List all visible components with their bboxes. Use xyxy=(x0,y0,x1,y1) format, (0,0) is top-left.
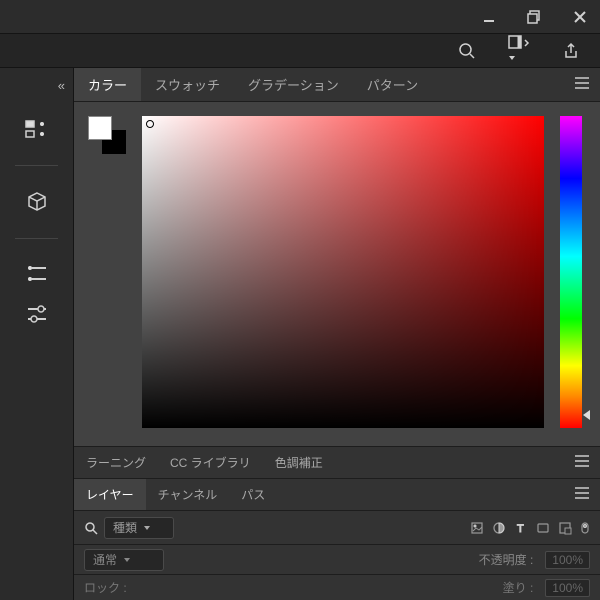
properties-panel-icon[interactable] xyxy=(24,119,50,141)
layer-filter-row: 種類 T xyxy=(74,510,600,544)
color-picker-panel xyxy=(74,102,600,446)
workspace-select-icon[interactable] xyxy=(504,30,534,72)
opacity-value[interactable]: 100% xyxy=(545,551,590,569)
layer-filter-type-label: 種類 xyxy=(113,519,137,536)
dock-divider xyxy=(15,165,59,166)
brushes-panel-icon[interactable] xyxy=(25,263,49,285)
tab-pattern[interactable]: パターン xyxy=(353,68,432,101)
layer-filter-type-dropdown[interactable]: 種類 xyxy=(104,517,174,539)
fill-value[interactable]: 100% xyxy=(545,579,590,597)
filter-toggle-icon[interactable] xyxy=(580,521,590,535)
filter-pixel-icon[interactable] xyxy=(470,521,484,535)
tab-channels[interactable]: チャンネル xyxy=(146,479,230,510)
opacity-label: 不透明度 : xyxy=(479,551,534,568)
panel-menu-icon[interactable] xyxy=(574,76,590,93)
blend-mode-dropdown[interactable]: 通常 xyxy=(84,549,164,571)
tab-layers[interactable]: レイヤー xyxy=(74,479,146,510)
tab-color[interactable]: カラー xyxy=(74,68,141,101)
filter-type-icon[interactable]: T xyxy=(514,521,528,535)
fill-label: 塗り : xyxy=(503,579,534,596)
tab-gradient[interactable]: グラデーション xyxy=(234,68,353,101)
color-saturation-field[interactable] xyxy=(142,116,544,428)
search-icon[interactable] xyxy=(454,38,480,64)
blend-mode-value: 通常 xyxy=(93,551,117,568)
tab-paths[interactable]: パス xyxy=(229,479,277,510)
layer-lock-row: ロック : 塗り : 100% xyxy=(74,574,600,600)
layers-panel-tabs: レイヤー チャンネル パス xyxy=(74,478,600,510)
panel-menu-icon[interactable] xyxy=(574,454,590,471)
layer-blend-row: 通常 不透明度 : 100% xyxy=(74,544,600,574)
brush-settings-panel-icon[interactable] xyxy=(25,303,49,325)
3d-panel-icon[interactable] xyxy=(25,190,49,214)
dock-divider xyxy=(15,238,59,239)
share-icon[interactable] xyxy=(558,38,584,64)
panel-menu-icon[interactable] xyxy=(574,486,590,503)
lock-label: ロック : xyxy=(84,579,127,596)
hue-slider[interactable] xyxy=(560,116,582,428)
filter-adjustment-icon[interactable] xyxy=(492,521,506,535)
fg-bg-swatch[interactable] xyxy=(88,116,126,154)
collapse-dock-icon[interactable]: « xyxy=(58,78,61,93)
tab-swatches[interactable]: スウォッチ xyxy=(141,68,234,101)
color-field-cursor xyxy=(146,120,154,128)
foreground-color-swatch[interactable] xyxy=(88,116,112,140)
close-button[interactable] xyxy=(568,5,592,29)
tab-cc-libraries[interactable]: CC ライブラリ xyxy=(158,447,263,478)
svg-text:T: T xyxy=(517,523,524,535)
secondary-panel-tabs: ラーニング CC ライブラリ 色調補正 xyxy=(74,446,600,478)
tab-adjustments[interactable]: 色調補正 xyxy=(263,447,335,478)
tab-learning[interactable]: ラーニング xyxy=(74,447,158,478)
maximize-button[interactable] xyxy=(522,5,546,29)
filter-smartobject-icon[interactable] xyxy=(558,521,572,535)
app-header-icons xyxy=(0,34,600,68)
collapsed-panel-dock: « xyxy=(0,68,74,600)
filter-shape-icon[interactable] xyxy=(536,521,550,535)
color-panel-tabs: カラー スウォッチ グラデーション パターン xyxy=(74,68,600,102)
minimize-button[interactable] xyxy=(478,6,500,28)
hue-slider-cursor xyxy=(583,410,590,420)
